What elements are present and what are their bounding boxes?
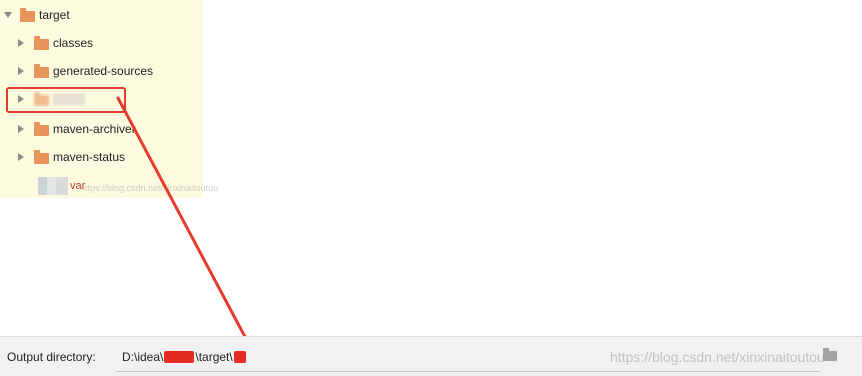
folder-icon xyxy=(20,7,35,22)
folder-icon xyxy=(34,121,49,136)
tree-node-label: target xyxy=(39,8,70,22)
redaction-mark xyxy=(164,351,195,363)
watermark: https://blog.csdn.net/xinxinaitoutou xyxy=(80,183,219,193)
tree-node-generated-sources[interactable]: generated-sources xyxy=(18,61,153,81)
redaction-mark xyxy=(233,351,246,363)
output-directory-bar: Output directory: D:\idea\ \target\ http… xyxy=(0,336,862,376)
chevron-right-icon[interactable] xyxy=(18,125,24,133)
watermark: https://blog.csdn.net/xinxinaitoutou xyxy=(610,349,825,365)
archive-file-icon xyxy=(38,177,68,195)
tree-node-target[interactable]: target xyxy=(4,5,70,25)
folder-icon xyxy=(34,63,49,78)
output-directory-label: Output directory: xyxy=(7,350,96,364)
path-prefix: D:\idea\ xyxy=(122,350,164,364)
path-middle: \target\ xyxy=(195,350,233,364)
tree-node-maven-archiver[interactable]: maven-archiver xyxy=(18,119,136,139)
annotation-highlight-box xyxy=(6,87,126,113)
tree-node-label: maven-status xyxy=(53,150,126,164)
folder-icon xyxy=(34,35,49,50)
tree-node-maven-status[interactable]: maven-status xyxy=(18,147,125,167)
chevron-right-icon[interactable] xyxy=(18,39,24,47)
tree-node-classes[interactable]: classes xyxy=(18,33,93,53)
chevron-right-icon[interactable] xyxy=(18,153,24,161)
tree-node-label: generated-sources xyxy=(53,64,154,78)
output-directory-value[interactable]: D:\idea\ \target\ xyxy=(122,350,247,364)
tree-node-label: classes xyxy=(53,36,94,50)
tree-node-label: maven-archiver xyxy=(53,122,136,136)
folder-icon xyxy=(34,149,49,164)
chevron-right-icon[interactable] xyxy=(18,67,24,75)
chevron-down-icon[interactable] xyxy=(4,12,12,18)
tree-node-var[interactable]: var xyxy=(38,176,85,196)
folder-browse-icon[interactable] xyxy=(823,348,837,361)
